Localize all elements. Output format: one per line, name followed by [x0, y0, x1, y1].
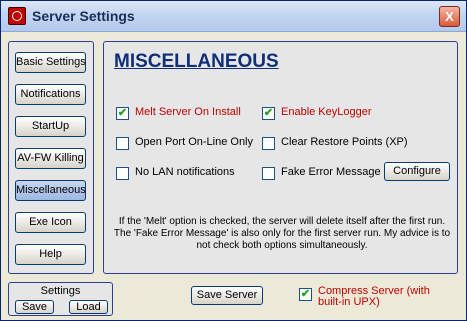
compress-server-label: Compress Server (with built-in UPX) — [318, 285, 430, 308]
compress-server-option: ✔ Compress Server (with built-in UPX) — [299, 286, 439, 312]
melt-server-label: Melt Server On Install — [135, 106, 241, 118]
sidebar-item-exe-icon[interactable]: Exe Icon — [15, 212, 86, 233]
miscellaneous-panel: MISCELLANEOUS ✔ Melt Server On Install ✔… — [103, 41, 458, 274]
sidebar-item-startup[interactable]: StartUp — [15, 116, 86, 137]
info-text: If the 'Melt' option is checked, the ser… — [113, 216, 451, 251]
option-open-port: Open Port On-Line Only — [116, 136, 256, 152]
settings-title: Settings — [40, 285, 81, 297]
clear-restore-points-checkbox[interactable] — [262, 137, 275, 150]
sidebar: Basic Settings Notifications StartUp AV-… — [8, 41, 94, 274]
panel-title: MISCELLANEOUS — [114, 51, 279, 72]
window-title: Server Settings — [32, 8, 135, 24]
close-button[interactable]: X — [439, 6, 460, 27]
sidebar-item-av-fw-killing[interactable]: AV-FW Killing — [15, 148, 86, 169]
no-lan-notifications-checkbox[interactable] — [116, 167, 129, 180]
sidebar-item-miscellaneous[interactable]: Miscellaneous — [15, 180, 86, 201]
open-port-checkbox[interactable] — [116, 137, 129, 150]
settings-load-button[interactable]: Load — [69, 300, 108, 314]
server-settings-window: Server Settings X Basic Settings Notific… — [0, 0, 467, 321]
option-no-lan-notifications: No LAN notifications — [116, 166, 256, 182]
option-clear-restore-points: Clear Restore Points (XP) — [262, 136, 422, 152]
app-icon — [8, 7, 26, 25]
option-enable-keylogger: ✔ Enable KeyLogger — [262, 106, 402, 122]
enable-keylogger-label: Enable KeyLogger — [281, 106, 372, 118]
configure-button[interactable]: Configure — [384, 162, 450, 181]
option-melt-server: ✔ Melt Server On Install — [116, 106, 256, 122]
compress-server-checkbox[interactable]: ✔ — [299, 288, 312, 301]
open-port-label: Open Port On-Line Only — [135, 136, 254, 148]
sidebar-item-basic-settings[interactable]: Basic Settings — [15, 52, 86, 73]
option-fake-error-message: Fake Error Message — [262, 166, 381, 182]
enable-keylogger-checkbox[interactable]: ✔ — [262, 107, 275, 120]
sidebar-item-help[interactable]: Help — [15, 244, 86, 265]
clear-restore-points-label: Clear Restore Points (XP) — [281, 136, 408, 148]
melt-server-checkbox[interactable]: ✔ — [116, 107, 129, 120]
save-server-button[interactable]: Save Server — [191, 286, 263, 305]
title-bar: Server Settings X — [1, 1, 466, 32]
no-lan-notifications-label: No LAN notifications — [135, 166, 235, 178]
fake-error-message-label: Fake Error Message — [281, 166, 381, 178]
fake-error-message-checkbox[interactable] — [262, 167, 275, 180]
settings-save-button[interactable]: Save — [15, 300, 54, 314]
sidebar-item-notifications[interactable]: Notifications — [15, 84, 86, 105]
settings-box: Settings Save Load — [8, 282, 113, 316]
